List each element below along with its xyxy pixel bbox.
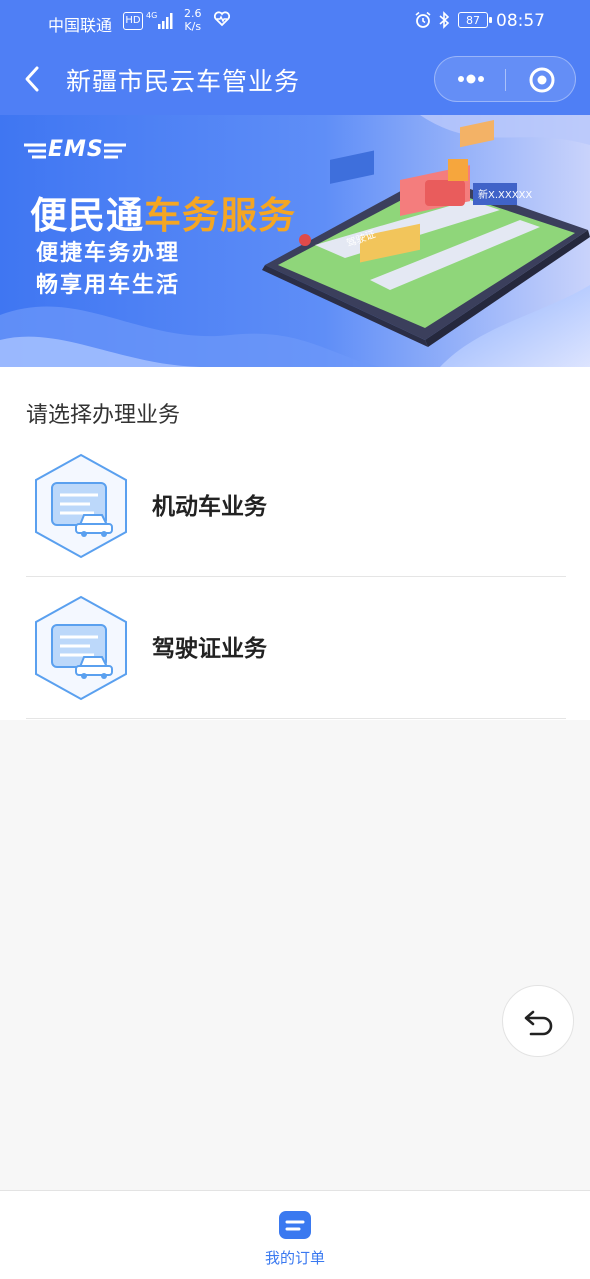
signal-icon: 4G [146,11,173,29]
close-miniprogram-icon[interactable] [529,67,555,93]
more-options-icon[interactable] [455,69,487,89]
back-arrow-icon[interactable] [20,64,46,94]
alarm-icon [415,11,431,28]
tab-my-orders[interactable]: 我的订单 [245,1207,345,1267]
license-business-label: 驾驶证业务 [152,636,267,662]
bottom-tab-bar: 我的订单 [0,1190,590,1279]
ems-logo: EMS [48,137,104,162]
capsule-divider [505,69,506,91]
net-speed: 2.6 K/s [184,7,202,33]
hd-badge: HD [123,12,143,30]
list-item-vehicle-business[interactable]: 机动车业务 [0,435,590,577]
divider [26,718,566,719]
net-speed-value: 2.6 [184,7,202,20]
banner-subline-1: 便捷车务办理 [36,241,181,266]
bluetooth-icon [439,11,450,29]
page-title: 新疆市民云车管业务 [66,67,301,96]
vehicle-service-icon [35,453,127,559]
miniprogram-capsule [434,56,576,102]
heart-icon [213,11,231,27]
vehicle-business-label: 机动车业务 [152,494,267,520]
undo-arrow-icon [524,1010,553,1036]
battery-indicator: 87 [458,12,492,28]
floating-return-button[interactable] [502,985,574,1057]
net-speed-unit: K/s [184,20,202,33]
orders-icon [279,1211,311,1239]
svg-text:4G: 4G [146,11,157,20]
plate-text: 新X.XXXXX [478,188,532,201]
list-item-driver-license-business[interactable]: 驾驶证业务 [0,577,590,719]
headline-part1: 便民通 [30,194,144,237]
select-service-prompt: 请选择办理业务 [26,403,181,428]
clock: 08:57 [496,11,545,31]
status-bar: 中国联通 HD 4G 2.6 K/s 87 08:57 [0,0,590,44]
headline-part2: 车务服务 [144,194,296,237]
carrier-name: 中国联通 [48,16,113,35]
service-list: 请选择办理业务 机动车业务 驾驶证业务 [0,367,590,720]
promo-banner[interactable]: 新X.XXXXX 驾驶证 EMS 便民通车务服务 便捷车务办理 畅享用车生活 [0,115,590,367]
license-service-icon [35,595,127,701]
tab-my-orders-label: 我的订单 [264,1249,325,1267]
banner-subline-2: 畅享用车生活 [36,273,181,298]
app-header: 中国联通 HD 4G 2.6 K/s 87 08:57 新疆市民云车管业务 [0,0,590,115]
banner-headline: 便民通车务服务 [30,185,296,239]
